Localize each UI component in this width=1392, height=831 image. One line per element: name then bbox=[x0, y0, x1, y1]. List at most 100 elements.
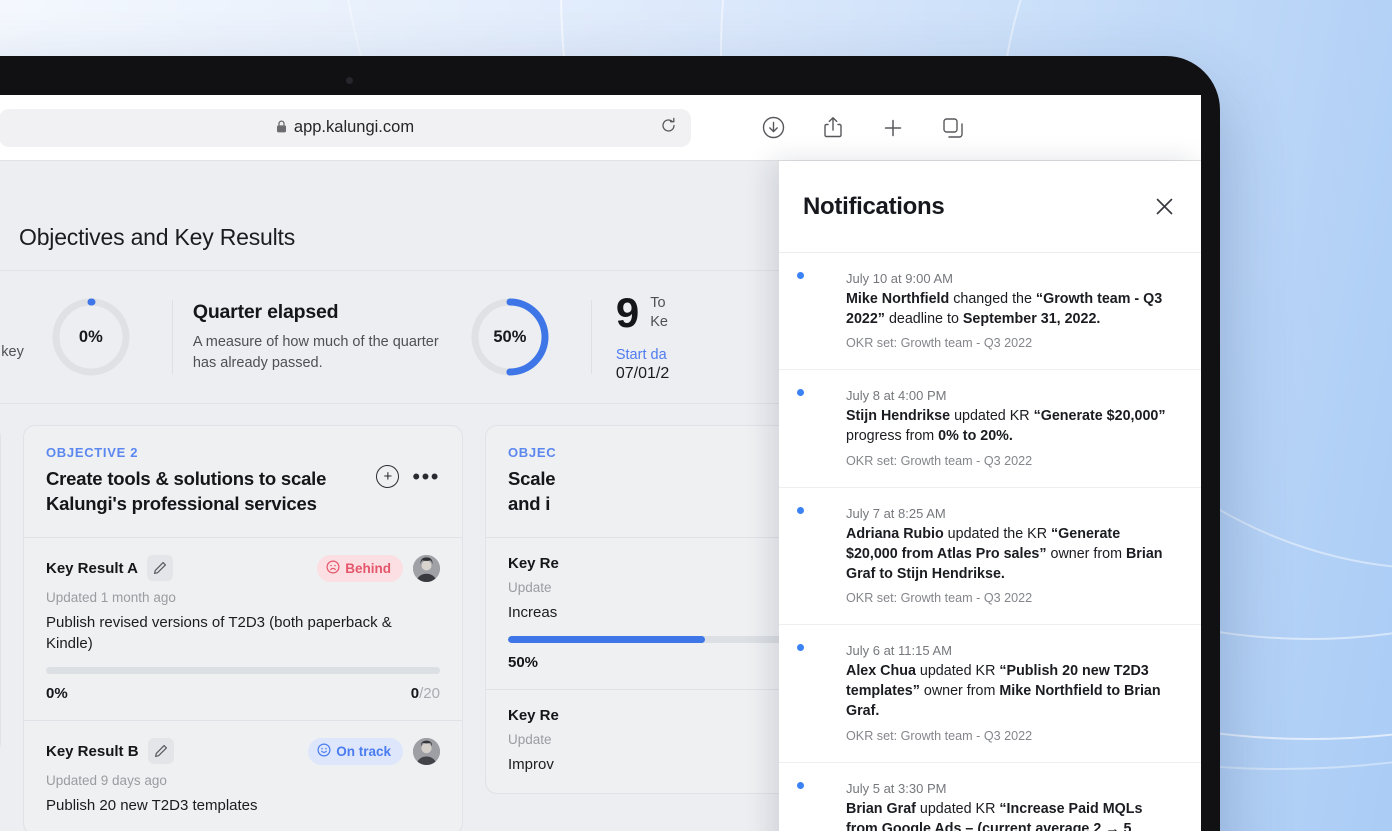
stat-value: 0% bbox=[50, 296, 132, 378]
address-bar[interactable]: app.kalungi.com bbox=[0, 109, 691, 147]
unread-dot bbox=[797, 389, 804, 396]
objective-eyebrow: OBJECTIVE 2 bbox=[46, 445, 376, 460]
notification-avatar-wrap bbox=[801, 271, 832, 350]
notification-avatar-wrap bbox=[801, 506, 832, 605]
key-result-row: Key Result B bbox=[24, 720, 462, 831]
status-badge[interactable]: On track bbox=[308, 738, 403, 765]
key-result-percent: 50% bbox=[508, 654, 538, 671]
front-camera bbox=[346, 77, 353, 84]
divider bbox=[591, 300, 592, 374]
close-icon[interactable] bbox=[1151, 194, 1177, 220]
notification-avatar-wrap bbox=[801, 643, 832, 742]
more-horizontal-icon[interactable]: ••• bbox=[412, 470, 440, 483]
stat-value: 50% bbox=[469, 296, 551, 378]
app-viewport: Objectives and Key Results bbox=[0, 161, 1201, 831]
progress-bar bbox=[46, 667, 440, 674]
objective-title-line2: and i bbox=[508, 493, 550, 514]
start-date-value: 07/01/2 bbox=[616, 365, 669, 383]
notification-body: July 6 at 11:15 AM Alex Chua updated KR “… bbox=[846, 643, 1175, 742]
page-title: Objectives and Key Results bbox=[19, 224, 295, 251]
key-result-updated: Updated 9 days ago bbox=[46, 773, 440, 788]
key-result-row: Key Result A bbox=[24, 537, 462, 720]
objective-actions: + ••• bbox=[376, 465, 440, 488]
tablet-screen: app.kalungi.com bbox=[0, 95, 1201, 831]
objective-header: OBJECTIVE 2 Create tools & solutions to … bbox=[24, 426, 462, 537]
stat-title: Quarter elapsed bbox=[193, 301, 443, 324]
notification-item[interactable]: July 7 at 8:25 AM Adriana Rubio updated t… bbox=[779, 488, 1201, 625]
notification-item[interactable]: July 10 at 9:00 AM Mike Northfield change… bbox=[779, 253, 1201, 370]
notification-timestamp: July 8 at 4:00 PM bbox=[846, 388, 1175, 403]
key-result-name: Key Result B bbox=[46, 743, 139, 760]
objective-card: OBJECTIVE 2 Create tools & solutions to … bbox=[23, 425, 463, 831]
notification-text: Alex Chua updated KR “Publish 20 new T2D… bbox=[846, 661, 1175, 721]
notifications-title: Notifications bbox=[803, 193, 944, 221]
browser-actions bbox=[760, 115, 966, 141]
stat-card-total-key-results: 9 ToKe Start da 07/01/2 bbox=[612, 292, 669, 383]
notification-body: July 7 at 8:25 AM Adriana Rubio updated t… bbox=[846, 506, 1175, 605]
stat-description: A measure of how much of the quarter has… bbox=[193, 332, 443, 373]
start-date-label[interactable]: Start da bbox=[616, 347, 669, 363]
notification-timestamp: July 5 at 3:30 PM bbox=[846, 781, 1175, 796]
status-badge-label: Behind bbox=[345, 561, 391, 576]
notification-body: July 8 at 4:00 PM Stijn Hendrikse updated… bbox=[846, 388, 1175, 467]
tablet-device: app.kalungi.com bbox=[0, 56, 1220, 831]
notifications-panel: Notifications July 10 at 9:00 AM Mike Nor… bbox=[779, 161, 1201, 831]
notification-text: Stijn Hendrikse updated KR “Generate $20… bbox=[846, 406, 1175, 446]
notification-timestamp: July 7 at 8:25 AM bbox=[846, 506, 1175, 521]
objective-column: s with erience + ••• bbox=[0, 425, 1, 755]
progress-ring: 0% bbox=[50, 296, 132, 378]
browser-toolbar: app.kalungi.com bbox=[0, 95, 1201, 161]
key-results-count: 9 bbox=[616, 292, 639, 334]
scene: app.kalungi.com bbox=[0, 0, 1392, 831]
objective-column: OBJECTIVE 2 Create tools & solutions to … bbox=[23, 425, 463, 831]
pencil-icon[interactable] bbox=[148, 738, 174, 764]
notification-body: July 5 at 3:30 PM Brian Graf updated KR “… bbox=[846, 781, 1175, 831]
plus-circle-icon[interactable]: + bbox=[376, 465, 399, 488]
notification-text: Brian Graf updated KR “Increase Paid MQL… bbox=[846, 799, 1175, 831]
notification-body: July 10 at 9:00 AM Mike Northfield change… bbox=[846, 271, 1175, 350]
pencil-icon[interactable] bbox=[147, 555, 173, 581]
notifications-header: Notifications bbox=[779, 161, 1201, 253]
notification-avatar-wrap bbox=[801, 781, 832, 831]
notification-text: Mike Northfield changed the “Growth team… bbox=[846, 289, 1175, 329]
avatar[interactable] bbox=[413, 738, 440, 765]
key-result-description: Publish 20 new T2D3 templates bbox=[46, 795, 440, 816]
address-bar-text: app.kalungi.com bbox=[294, 118, 414, 137]
lock-icon bbox=[276, 120, 287, 135]
notification-text: Adriana Rubio updated the KR “Generate $… bbox=[846, 524, 1175, 584]
tabs-icon[interactable] bbox=[940, 115, 966, 141]
notification-item[interactable]: July 6 at 11:15 AM Alex Chua updated KR “… bbox=[779, 625, 1201, 762]
unread-dot bbox=[797, 507, 804, 514]
notification-timestamp: July 6 at 11:15 AM bbox=[846, 643, 1175, 658]
stat-title: ent bbox=[0, 311, 24, 334]
notification-timestamp: July 10 at 9:00 AM bbox=[846, 271, 1175, 286]
new-tab-icon[interactable] bbox=[880, 115, 906, 141]
notifications-list[interactable]: July 10 at 9:00 AM Mike Northfield change… bbox=[779, 253, 1201, 831]
smiling-face-icon bbox=[317, 743, 331, 760]
key-result-fraction: 0/20 bbox=[411, 685, 440, 702]
divider bbox=[172, 300, 173, 374]
objective-card: s with erience + ••• bbox=[0, 425, 1, 755]
stat-card-quarter-elapsed: Quarter elapsed A measure of how much of… bbox=[193, 296, 591, 378]
start-date-block: Start da 07/01/2 bbox=[616, 347, 669, 383]
key-results-label: ToKe bbox=[650, 294, 668, 332]
notification-item[interactable]: July 8 at 4:00 PM Stijn Hendrikse updated… bbox=[779, 370, 1201, 487]
status-badge-label: On track bbox=[336, 744, 391, 759]
share-icon[interactable] bbox=[820, 115, 846, 141]
avatar[interactable] bbox=[413, 555, 440, 582]
unread-dot bbox=[797, 644, 804, 651]
notification-item[interactable]: July 5 at 3:30 PM Brian Graf updated KR “… bbox=[779, 763, 1201, 831]
stat-description: f your key bbox=[0, 342, 24, 363]
progress-ring: 50% bbox=[469, 296, 551, 378]
status-badge[interactable]: Behind bbox=[317, 555, 403, 582]
stat-card-alignment: ent f your key 0% bbox=[0, 296, 172, 378]
notification-okr-set: OKR set: Growth team - Q3 2022 bbox=[846, 591, 1175, 605]
unread-dot bbox=[797, 272, 804, 279]
key-result-percent: 0% bbox=[46, 685, 68, 702]
key-result-description: Publish revised versions of T2D3 (both p… bbox=[46, 612, 440, 654]
reload-icon[interactable] bbox=[660, 117, 677, 139]
key-result-name: Key Re bbox=[508, 707, 559, 724]
key-result-name: Key Re bbox=[508, 555, 559, 572]
downloads-icon[interactable] bbox=[760, 115, 786, 141]
unread-dot bbox=[797, 782, 804, 789]
